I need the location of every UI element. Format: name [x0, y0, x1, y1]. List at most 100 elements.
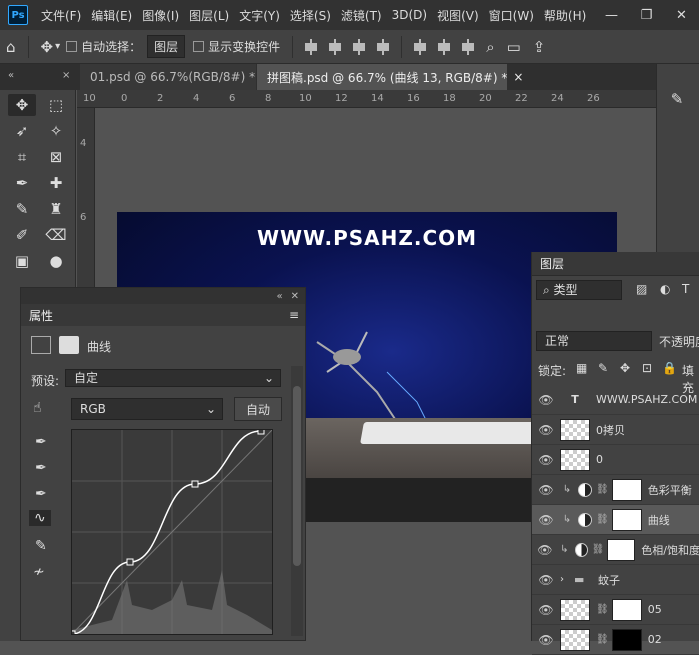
layer-row-masked[interactable]: 👁 ⛓ 05 [532, 595, 699, 625]
eye-icon[interactable]: 👁 [532, 603, 560, 617]
restore-button[interactable]: ❐ [629, 0, 664, 30]
blur-tool-icon[interactable]: ● [42, 250, 70, 272]
curve-control-point[interactable] [126, 558, 134, 566]
close-button[interactable]: ✕ [664, 0, 699, 30]
mask-icon[interactable] [59, 336, 79, 354]
tab-collage-psd[interactable]: 拼图稿.psd @ 66.7% (曲线 13, RGB/8#) * × [257, 64, 523, 90]
eye-icon[interactable]: 👁 [532, 633, 560, 647]
eraser-tool-icon[interactable]: ⌫ [42, 224, 70, 246]
layer-row-text[interactable]: 👁 T WWW.PSAHZ.COM [532, 385, 699, 415]
eye-icon[interactable]: 👁 [532, 513, 560, 527]
image-filter-icon[interactable]: ▨ [636, 282, 647, 296]
eyedropper-tool-icon[interactable]: ✒ [8, 172, 36, 194]
move-tool-icon[interactable]: ✥ [8, 94, 36, 116]
type-filter-icon[interactable]: T [682, 282, 689, 296]
layer-row-adjustment[interactable]: 👁 ↳ ⛓ 色相/饱和度 [532, 535, 699, 565]
align-top-icon[interactable] [411, 38, 429, 55]
home-icon[interactable]: ⌂ [6, 38, 16, 56]
channel-select[interactable]: RGB ⌄ [71, 398, 223, 420]
eye-icon[interactable]: 👁 [532, 393, 560, 407]
share-icon[interactable]: ⇪ [533, 38, 546, 56]
align-bottom-icon[interactable] [459, 38, 477, 55]
align-right-icon[interactable] [350, 38, 368, 55]
target-adjust-icon[interactable]: ☝ [33, 400, 42, 416]
auto-select-target-select[interactable]: 图层 [147, 35, 186, 58]
curve-control-point[interactable] [68, 630, 76, 638]
collapse-icon[interactable]: « [276, 291, 282, 302]
white-point-eyedropper-icon[interactable]: ✒ [35, 486, 47, 502]
move-tool-icon[interactable]: ✥ [41, 38, 54, 56]
menu-3d[interactable]: 3D(D) [387, 8, 432, 22]
lock-position-icon[interactable]: ✥ [620, 361, 630, 375]
tab-close-icon[interactable]: × [513, 70, 523, 84]
layer-row-smart[interactable]: 👁 0拷贝 [532, 415, 699, 445]
brush-tool-icon[interactable]: ✎ [8, 198, 36, 220]
menu-window[interactable]: 窗口(W) [484, 7, 539, 24]
menu-edit[interactable]: 编辑(E) [86, 7, 137, 24]
layer-row-group[interactable]: 👁 › ▬ 蚊子 [532, 565, 699, 595]
panel-collapse-icon[interactable]: « [8, 70, 14, 81]
menu-file[interactable]: 文件(F) [36, 7, 86, 24]
eye-icon[interactable]: 👁 [532, 423, 560, 437]
search-icon[interactable]: ⌕ [486, 38, 494, 56]
curve-control-point[interactable] [191, 480, 199, 488]
history-brush-icon[interactable]: ✐ [8, 224, 36, 246]
scrollbar-thumb[interactable] [293, 386, 301, 566]
frame-tool-icon[interactable]: ⊠ [42, 146, 70, 168]
marquee-tool-icon[interactable]: ⬚ [42, 94, 70, 116]
align-center-icon[interactable] [326, 38, 344, 55]
menu-image[interactable]: 图像(I) [137, 7, 184, 24]
curve-control-point[interactable] [257, 427, 265, 435]
layers-tab[interactable]: 图层 [540, 255, 564, 272]
tab-01-psd[interactable]: 01.psd @ 66.7%(RGB/8#) * × [80, 64, 271, 90]
minimize-button[interactable]: — [594, 0, 629, 30]
pencil-draw-icon[interactable]: ✎ [35, 538, 47, 554]
show-transform-checkbox[interactable] [193, 41, 205, 52]
gray-point-eyedropper-icon[interactable]: ✒ [35, 460, 47, 476]
panel-menu-icon[interactable]: ≡ [289, 308, 299, 322]
layer-filter-select[interactable]: ⌕ 类型 [536, 280, 622, 300]
crop-tool-icon[interactable]: ⌗ [8, 146, 36, 168]
lasso-tool-icon[interactable]: ➶ [8, 120, 36, 142]
lock-pixels-icon[interactable]: ▦ [576, 361, 587, 375]
edit-icon[interactable]: ✎ [663, 88, 691, 110]
eye-icon[interactable]: 👁 [532, 453, 560, 467]
align-left-icon[interactable] [302, 38, 320, 55]
workspace-icon[interactable]: ▭ [507, 38, 521, 56]
stamp-tool-icon[interactable]: ♜ [42, 198, 70, 220]
curve-graph[interactable] [68, 427, 273, 638]
curve-edit-icon[interactable]: ∿ [29, 510, 51, 526]
gradient-tool-icon[interactable]: ▣ [8, 250, 36, 272]
menu-filter[interactable]: 滤镜(T) [336, 7, 387, 24]
layer-row-smart[interactable]: 👁 0 [532, 445, 699, 475]
adjustment-filter-icon[interactable]: ◐ [660, 282, 670, 296]
menu-help[interactable]: 帮助(H) [539, 7, 591, 24]
smooth-curve-icon[interactable]: ≁ [33, 564, 45, 580]
layer-row-masked[interactable]: 👁 ⛓ 02 [532, 625, 699, 655]
lock-artboard-icon[interactable]: ⊡ [642, 361, 652, 375]
layer-row-adjustment[interactable]: 👁 ↳ ⛓ 色彩平衡 [532, 475, 699, 505]
panel-close-icon[interactable]: × [62, 70, 70, 81]
menu-view[interactable]: 视图(V) [432, 7, 484, 24]
blend-mode-select[interactable]: 正常 [536, 331, 652, 351]
magic-wand-icon[interactable]: ✧ [42, 120, 70, 142]
lock-paint-icon[interactable]: ✎ [598, 361, 608, 375]
menu-select[interactable]: 选择(S) [285, 7, 336, 24]
distribute-icon[interactable] [374, 38, 392, 55]
eye-icon[interactable]: 👁 [532, 543, 558, 557]
healing-tool-icon[interactable]: ✚ [42, 172, 70, 194]
properties-scrollbar[interactable] [291, 366, 303, 636]
properties-tab[interactable]: 属性 [29, 307, 53, 324]
align-middle-icon[interactable] [435, 38, 453, 55]
layer-row-adjustment-selected[interactable]: 👁 ↳ ⛓ 曲线 [532, 505, 699, 535]
chevron-down-icon[interactable]: ▾ [55, 41, 60, 52]
auto-button[interactable]: 自动 [234, 397, 282, 421]
black-point-eyedropper-icon[interactable]: ✒ [35, 434, 47, 450]
eye-icon[interactable]: 👁 [532, 573, 560, 587]
eye-icon[interactable]: 👁 [532, 483, 560, 497]
expand-chevron-icon[interactable]: › [560, 574, 574, 585]
menu-type[interactable]: 文字(Y) [234, 7, 285, 24]
lock-all-icon[interactable]: 🔒 [662, 361, 677, 375]
preset-select[interactable]: 自定 ⌄ [65, 369, 281, 387]
close-panel-icon[interactable]: ✕ [291, 291, 299, 302]
